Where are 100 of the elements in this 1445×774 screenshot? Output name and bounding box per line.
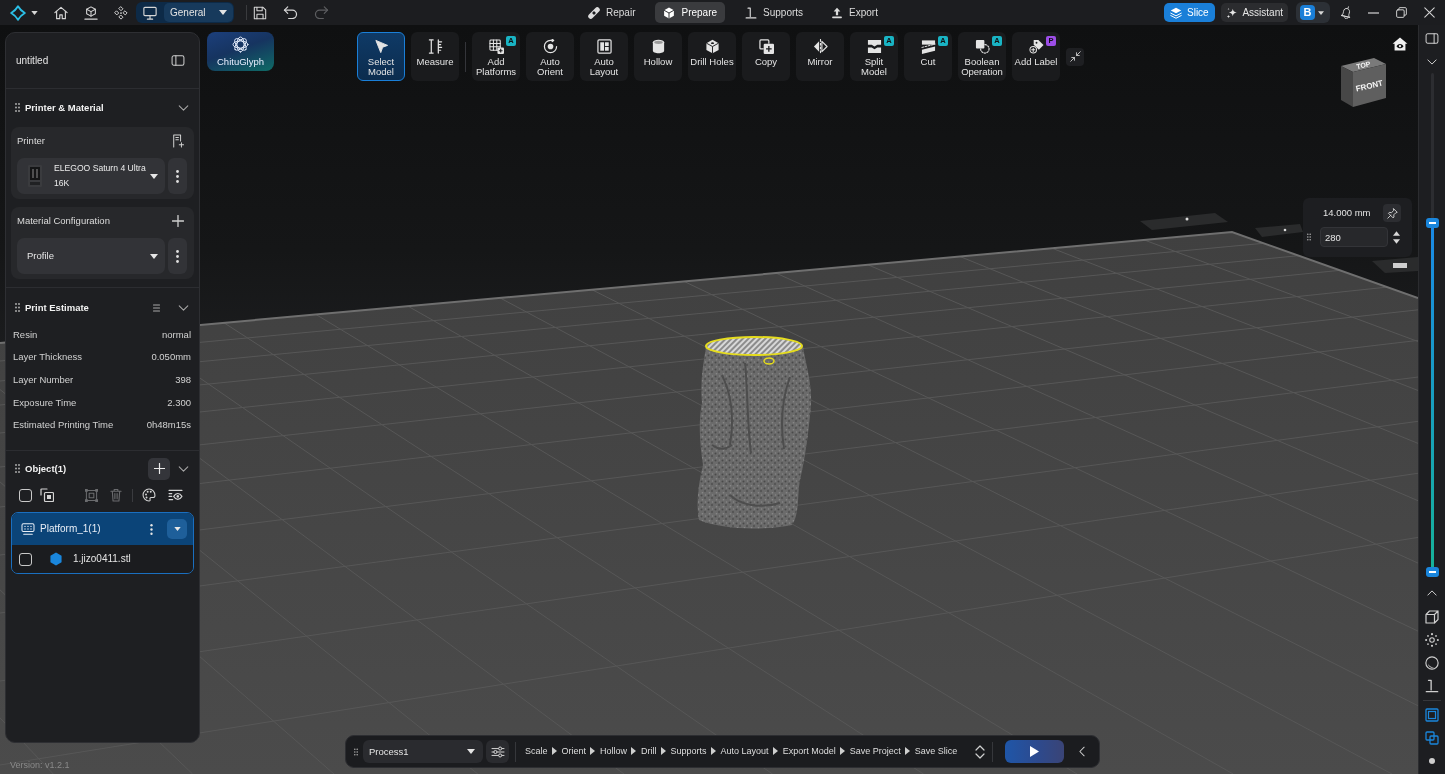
process-dropdown[interactable]: Process1 — [363, 740, 483, 763]
checkbox[interactable] — [19, 552, 32, 566]
caret-icon — [150, 253, 158, 259]
dot-icon[interactable] — [1429, 758, 1435, 764]
orbit-icon[interactable] — [1425, 633, 1439, 647]
home-view-icon[interactable] — [1392, 37, 1408, 51]
overlap-squares-icon[interactable] — [1425, 731, 1439, 745]
eye-list-icon[interactable] — [168, 489, 183, 502]
chevron-down-icon[interactable] — [178, 104, 189, 111]
printer-add-icon[interactable] — [172, 134, 184, 148]
drag-handle-icon[interactable] — [1307, 233, 1311, 241]
drag-handle-icon[interactable] — [354, 747, 358, 756]
monitor-icon[interactable] — [143, 5, 157, 20]
chituglyph-button[interactable]: ChituGlyph — [207, 32, 274, 71]
select-all-checkbox[interactable] — [19, 488, 32, 502]
chevron-down-icon[interactable] — [178, 304, 189, 311]
minimize-icon[interactable] — [1368, 11, 1379, 14]
diamonds-icon[interactable] — [114, 5, 128, 20]
chevron-down-icon[interactable] — [1427, 59, 1437, 65]
collapse-icon — [1069, 51, 1081, 62]
tool-button[interactable]: Auto Orient — [526, 32, 574, 81]
step-arrow-icon — [904, 747, 910, 756]
chevron-up-icon[interactable] — [1427, 590, 1437, 596]
more-button[interactable] — [168, 238, 187, 274]
platform-name: Platform_1(1) — [40, 523, 101, 536]
model-name: 1.jizo0411.stl — [73, 553, 131, 566]
tool-button[interactable]: Measure — [411, 32, 459, 81]
workspace-dropdown[interactable]: General — [164, 3, 233, 22]
spin-up-icon[interactable] — [1393, 230, 1400, 236]
mirror-icon — [812, 39, 828, 54]
slider-thumb[interactable] — [1425, 218, 1439, 229]
step-label[interactable]: Orient — [561, 746, 587, 757]
estimate-label: Layer Number — [13, 374, 74, 386]
tool-button[interactable]: Select Model — [357, 32, 405, 81]
drag-handle-icon[interactable] — [15, 103, 20, 112]
list-icon[interactable] — [153, 303, 160, 312]
mode-tab[interactable]: Export — [823, 2, 886, 23]
step-label[interactable]: Auto Layout — [720, 746, 769, 757]
panel-toggle-icon[interactable] — [1425, 33, 1439, 44]
account-button[interactable]: B — [1296, 2, 1330, 23]
mode-tab[interactable]: Repair — [580, 2, 644, 23]
ruler-icon — [427, 39, 443, 54]
printer-dropdown[interactable]: ELEGOO Saturn 4 Ultra 16K — [17, 158, 165, 194]
cube-icon — [663, 6, 676, 19]
play-button[interactable] — [1005, 740, 1064, 763]
add-button[interactable] — [148, 457, 170, 480]
caret-icon[interactable] — [31, 10, 38, 15]
sphere-icon[interactable] — [1425, 656, 1439, 670]
mode-tab[interactable]: Prepare — [655, 2, 726, 23]
expand-button[interactable] — [167, 519, 187, 540]
estimate-label: Resin — [13, 328, 38, 341]
kebab-icon[interactable] — [150, 523, 153, 535]
cursor-icon — [373, 39, 389, 54]
tool-button[interactable]: Hollow — [634, 32, 682, 81]
cube-stand-icon[interactable] — [84, 5, 98, 20]
drag-handle-icon[interactable] — [15, 303, 20, 312]
step-label[interactable]: Drill — [641, 746, 657, 757]
mode-tab[interactable]: Supports — [737, 2, 812, 23]
close-icon[interactable] — [1424, 7, 1435, 18]
step-label[interactable]: Scale — [525, 746, 548, 757]
support-icon[interactable] — [1425, 679, 1439, 693]
pin-button[interactable] — [1383, 204, 1401, 222]
undo-icon[interactable] — [283, 6, 298, 19]
assistant-button[interactable]: Assistant — [1221, 3, 1288, 22]
frame-square-icon[interactable] — [1425, 708, 1439, 722]
more-button[interactable] — [168, 158, 187, 194]
tool-button[interactable]: Auto Layout — [580, 32, 628, 81]
printer-thumbnail — [27, 164, 43, 188]
chevron-down-icon[interactable] — [178, 465, 189, 472]
split-icon — [866, 39, 882, 54]
palette-icon[interactable] — [142, 488, 156, 503]
duplicate-icon[interactable] — [40, 488, 54, 503]
plus-icon[interactable] — [172, 215, 184, 227]
step-label[interactable]: Supports — [670, 746, 707, 757]
step-label[interactable]: Save Slice — [914, 746, 958, 757]
platform-row[interactable]: Platform_1(1) — [12, 513, 193, 546]
layer-input[interactable]: 280 — [1320, 227, 1388, 247]
home-icon[interactable] — [54, 5, 68, 20]
step-label[interactable]: Hollow — [600, 746, 628, 757]
slice-button[interactable]: Slice — [1164, 3, 1215, 22]
caret-icon — [467, 749, 475, 754]
chevron-left-icon[interactable] — [1079, 746, 1085, 757]
slider-thumb[interactable] — [1425, 567, 1439, 577]
settings-button[interactable] — [486, 740, 509, 763]
bell-icon[interactable] — [1340, 6, 1353, 19]
spin-down-icon[interactable] — [1393, 238, 1400, 244]
expand-icon[interactable] — [975, 744, 985, 759]
logo-icon[interactable] — [10, 4, 26, 21]
save-icon[interactable] — [253, 5, 267, 20]
sidebar-toggle-icon[interactable] — [171, 55, 185, 66]
step-label[interactable]: Save Project — [849, 746, 901, 757]
tool-button[interactable]: Mirror — [796, 32, 844, 81]
step-label[interactable]: Export Model — [782, 746, 836, 757]
tool-button[interactable]: Copy — [742, 32, 790, 81]
collapse-button[interactable] — [1066, 47, 1084, 66]
drag-handle-icon[interactable] — [15, 464, 20, 474]
tool-button[interactable]: Drill Holes — [688, 32, 736, 81]
perspective-cube-icon[interactable] — [1425, 610, 1439, 624]
restore-icon[interactable] — [1396, 7, 1407, 18]
material-dropdown[interactable]: Profile — [17, 238, 165, 274]
